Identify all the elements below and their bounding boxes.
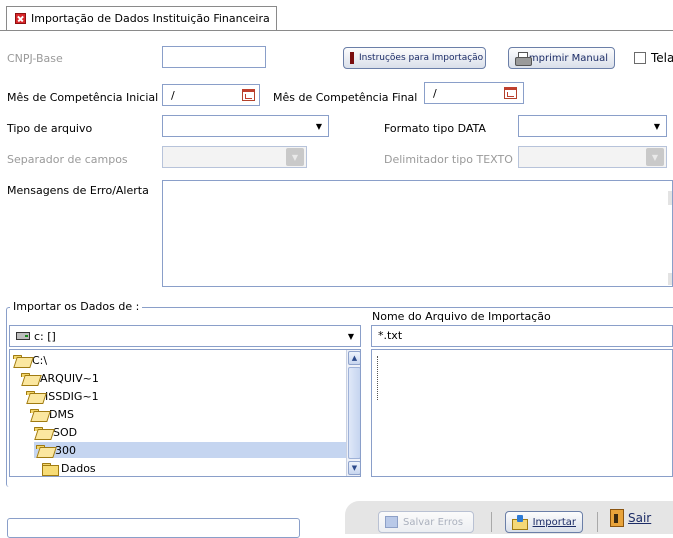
book-icon [350, 52, 354, 64]
mes-inicial-input[interactable]: / [162, 84, 260, 106]
import-button[interactable]: Importar [505, 511, 583, 533]
exit-button[interactable]: Sair [610, 509, 651, 527]
folder-open-icon [13, 354, 29, 366]
mes-inicial-label: Mês de Competência Inicial [7, 91, 159, 104]
filename-value: *.txt [378, 329, 403, 342]
tree-item-label: C:\ [32, 353, 48, 367]
print-manual-button-label: Imprimir Manual [525, 52, 608, 64]
file-list[interactable] [371, 349, 673, 477]
delimitador-select[interactable]: ▼ [518, 146, 667, 168]
save-errors-label: Salvar Erros [403, 516, 464, 528]
save-icon [385, 516, 398, 528]
filename-label: Nome do Arquivo de Importação [372, 310, 551, 323]
chevron-down-icon[interactable]: ▼ [286, 148, 304, 166]
tab-title: Importação de Dados Instituição Financei… [31, 12, 270, 25]
tree-item-label: 300 [55, 443, 76, 457]
folder-icon [42, 462, 59, 476]
toolbar-separator [597, 512, 598, 532]
import-legend: Importar os Dados de : [10, 300, 143, 313]
folder-open-icon [36, 444, 52, 456]
tree-item[interactable]: ISSDIG~1 [24, 388, 101, 404]
textarea-scroll-up[interactable] [668, 191, 672, 205]
exit-button-label: Sair [628, 511, 652, 525]
mes-final-label: Mês de Competência Final [273, 91, 418, 104]
drive-value: c: [] [34, 329, 56, 343]
delimitador-label: Delimitador tipo TEXTO [384, 153, 513, 166]
tree-item[interactable]: ARQUIV~1 [19, 370, 101, 386]
mensagens-label: Mensagens de Erro/Alerta [7, 184, 149, 197]
tipo-arquivo-label: Tipo de arquivo [7, 122, 93, 135]
toolbar-separator [491, 512, 492, 532]
tree-scrollbar[interactable]: ▲ ▼ [346, 350, 360, 476]
textarea-scroll-down[interactable] [668, 273, 672, 285]
cnpj-label: CNPJ-Base [7, 52, 63, 65]
formato-data-select[interactable]: ▼ [518, 115, 667, 137]
folder-open-icon [21, 372, 37, 384]
import-icon [512, 515, 528, 530]
cnpj-input[interactable] [162, 46, 266, 68]
list-guide [377, 356, 378, 400]
separador-select[interactable]: ▼ [162, 146, 307, 168]
chevron-down-icon[interactable]: ▼ [342, 332, 360, 341]
drive-select[interactable]: c: [] ▼ [9, 325, 361, 347]
tree-item-label: DMS [49, 407, 74, 421]
scroll-down-icon[interactable]: ▼ [348, 461, 360, 475]
tree-item[interactable]: C:\ [11, 352, 49, 368]
print-manual-button[interactable]: Imprimir Manual [508, 47, 615, 69]
separador-label: Separador de campos [7, 153, 128, 166]
tree-item-label: Dados [61, 461, 96, 475]
folder-open-icon [34, 426, 50, 438]
folder-open-icon [26, 390, 42, 402]
folder-tree[interactable]: C:\ ARQUIV~1 ISSDIG~1 DMS SOD 300 Dados … [9, 349, 361, 477]
save-errors-button[interactable]: Salvar Erros [378, 511, 474, 533]
chevron-down-icon[interactable]: ▼ [310, 116, 328, 136]
tree-item-label: ARQUIV~1 [40, 371, 99, 385]
instructions-button[interactable]: Instruções para Importação [343, 47, 486, 69]
chevron-down-icon[interactable]: ▼ [648, 116, 666, 136]
tela-label: Tela [651, 51, 673, 65]
tree-item-label: ISSDIG~1 [45, 389, 99, 403]
calendar-icon[interactable] [504, 87, 517, 99]
scroll-thumb[interactable] [348, 367, 360, 459]
tab-divider [0, 30, 673, 31]
status-box [7, 518, 300, 538]
exit-door-icon [610, 509, 624, 527]
mensagens-textarea[interactable] [162, 180, 673, 287]
tree-item[interactable]: SOD [32, 424, 79, 440]
filename-input[interactable]: *.txt [371, 325, 673, 347]
mes-inicial-value: / [171, 88, 175, 102]
chevron-down-icon[interactable]: ▼ [646, 148, 664, 166]
tab-importacao[interactable]: Importação de Dados Instituição Financei… [6, 6, 277, 30]
tree-item[interactable]: Dados [40, 460, 98, 476]
scroll-up-icon[interactable]: ▲ [348, 351, 360, 365]
mes-final-input[interactable]: / [424, 82, 524, 104]
import-button-label: Importar [532, 516, 576, 528]
tipo-arquivo-select[interactable]: ▼ [162, 115, 329, 137]
calendar-icon[interactable] [242, 89, 255, 101]
tree-item-label: SOD [53, 425, 78, 439]
printer-icon [515, 51, 532, 66]
instructions-button-label: Instruções para Importação [359, 53, 484, 63]
mes-final-value: / [433, 86, 437, 100]
drive-icon [16, 332, 30, 340]
tree-item[interactable]: DMS [28, 406, 76, 422]
folder-open-icon [30, 408, 46, 420]
tree-item-selected[interactable]: 300 [34, 442, 348, 458]
tela-checkbox[interactable] [634, 52, 646, 64]
formato-data-label: Formato tipo DATA [384, 122, 486, 135]
close-tab-icon[interactable] [15, 13, 26, 24]
